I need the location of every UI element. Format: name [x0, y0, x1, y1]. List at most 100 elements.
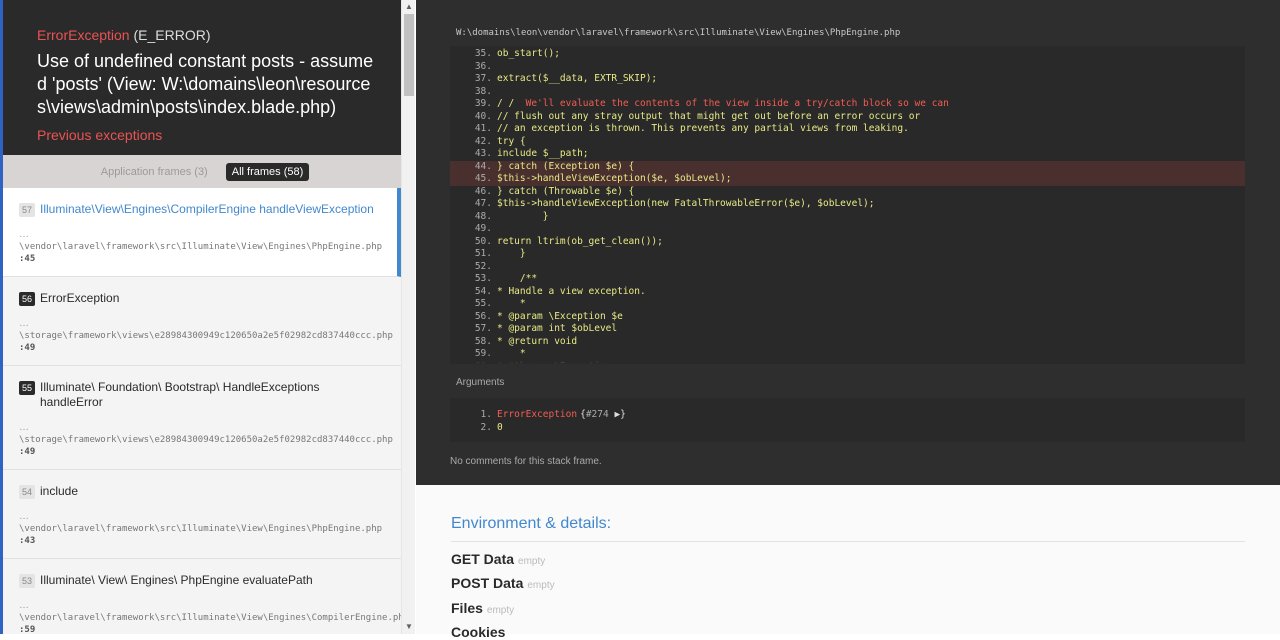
- code-text: // an exception is thrown. This prevents…: [497, 123, 909, 136]
- code-text: }: [497, 248, 526, 261]
- argument-ref: #274: [585, 409, 609, 420]
- scroll-up-arrow-icon[interactable]: ▲: [402, 0, 416, 14]
- code-line-number: 35.: [474, 48, 492, 59]
- code-segment: return ltrim(ob_get_clean());: [497, 235, 663, 247]
- code-line-number: 38.: [474, 85, 492, 97]
- code-line: 37. extract($__data, EXTR_SKIP);: [450, 73, 1245, 86]
- code-highlight-segment: We'll evaluate the contents of the view …: [525, 98, 949, 109]
- frame-item[interactable]: 56 ErrorException … \storage\framework\v…: [3, 277, 401, 366]
- frame-head: 57 Illuminate\View\Engines\CompilerEngin…: [19, 202, 397, 217]
- frame-list-scrollbar[interactable]: ▲ ▼: [401, 0, 415, 634]
- frame-line-number: :59: [19, 625, 36, 634]
- code-line: 39. / / We'll evaluate the contents of th…: [450, 98, 1245, 111]
- frame-item[interactable]: 54 include … \vendor\laravel\framework\s…: [3, 470, 401, 559]
- code-line: 57. * @param int $obLevel: [450, 323, 1245, 336]
- code-line: 47. $this->handleViewException(new FatalT…: [450, 198, 1245, 211]
- frame-number: 57: [19, 203, 35, 217]
- expand-arrow-icon[interactable]: ▶}: [614, 409, 625, 420]
- code-fade: [450, 354, 1245, 364]
- code-segment: *: [497, 298, 526, 309]
- scroll-thumb[interactable]: [404, 14, 414, 96]
- frame-line-number: :49: [19, 343, 36, 353]
- frame-number: 53: [19, 574, 35, 588]
- code-text: *: [497, 298, 526, 311]
- frame-title: Illuminate\View\Engines\CompilerEngine h…: [40, 202, 374, 216]
- frame-line-number: :43: [19, 536, 36, 546]
- code-segment: /**: [497, 273, 538, 284]
- frame-head: 55 Illuminate\ Foundation\ Bootstrap\ Ha…: [19, 380, 401, 410]
- frame-head: 56 ErrorException: [19, 291, 401, 306]
- detail-label: Files: [451, 600, 483, 616]
- argument-row: 2. 0: [450, 421, 1245, 434]
- frame-item[interactable]: 53 Illuminate\ View\ Engines\ PhpEngine …: [3, 559, 401, 634]
- frame-file-path: \storage\framework\views\e28984300949c12…: [19, 331, 393, 341]
- all-frames-button[interactable]: All frames (58): [225, 162, 310, 181]
- details-divider: [451, 541, 1245, 542]
- argument-value: 0: [497, 422, 503, 433]
- code-line: 55. *: [450, 298, 1245, 311]
- code-line: 36.: [450, 61, 1245, 74]
- argument-dump-toggle[interactable]: {#274 ▶}: [580, 408, 626, 421]
- frame-title: Illuminate\ View\ Engines\ PhpEngine eva…: [40, 573, 313, 587]
- code-line: 58. * @return void: [450, 336, 1245, 349]
- code-line-number: 42.: [474, 135, 492, 147]
- code-line: 43. include $__path;: [450, 148, 1245, 161]
- code-segment: * @return void: [497, 335, 578, 347]
- code-line-number: 41.: [474, 123, 492, 134]
- no-comments-text: No comments for this stack frame.: [450, 456, 602, 467]
- frame-head: 53 Illuminate\ View\ Engines\ PhpEngine …: [19, 573, 401, 588]
- code-line-number: 56.: [474, 310, 492, 322]
- code-text: extract($__data, EXTR_SKIP);: [497, 73, 657, 86]
- code-line: 51. }: [450, 248, 1245, 261]
- previous-exceptions-link[interactable]: Previous exceptions: [37, 127, 401, 143]
- code-line: 42. try {: [450, 136, 1245, 149]
- code-text: $this->handleViewException(new FatalThro…: [497, 198, 875, 211]
- code-line: 46.} catch (Throwable $e) {: [450, 186, 1245, 199]
- frame-ellipsis: …: [19, 511, 29, 522]
- code-text: }: [497, 211, 549, 224]
- frame-item[interactable]: 55 Illuminate\ Foundation\ Bootstrap\ Ha…: [3, 366, 401, 470]
- code-line: 38.: [450, 86, 1245, 99]
- frame-item[interactable]: 57 Illuminate\View\Engines\CompilerEngin…: [3, 188, 401, 277]
- code-line: 41. // an exception is thrown. This preve…: [450, 123, 1245, 136]
- code-text: ob_start();: [497, 48, 560, 61]
- frame-ellipsis: …: [19, 318, 29, 329]
- code-segment: * Handle a view exception.: [497, 285, 646, 297]
- code-segment: / /: [497, 98, 526, 109]
- code-segment: ob_start();: [497, 48, 560, 59]
- scroll-down-arrow-icon[interactable]: ▼: [402, 620, 416, 634]
- detail-post-data: POST Data empty: [451, 575, 555, 591]
- code-text: // flush out any stray output that might…: [497, 111, 920, 124]
- frame-number: 55: [19, 381, 35, 395]
- environment-title: Environment & details:: [451, 515, 612, 532]
- argument-row: 1. ErrorException {#274 ▶}: [450, 408, 1245, 421]
- exception-header: ErrorException (E_ERROR) Use of undefine…: [3, 0, 401, 155]
- frame-title: include: [40, 484, 79, 498]
- code-text: * @param int $obLevel: [497, 323, 617, 336]
- application-frames-button[interactable]: Application frames (3): [95, 163, 214, 181]
- code-line-number: 45.: [474, 173, 492, 184]
- frame-ellipsis: …: [19, 600, 29, 611]
- exception-code: (E_ERROR): [129, 27, 211, 43]
- arguments-box: 1. ErrorException {#274 ▶} 2. 0: [450, 398, 1245, 442]
- argument-number: 1.: [480, 409, 492, 420]
- code-segment: // flush out any stray output that might…: [497, 110, 921, 122]
- code-line: 54. * Handle a view exception.: [450, 286, 1245, 299]
- frame-number: 54: [19, 485, 35, 499]
- code-line-number: 52.: [474, 260, 492, 272]
- frame-file-path: \vendor\laravel\framework\src\Illuminate…: [19, 524, 383, 534]
- code-line-number: 49.: [474, 223, 492, 234]
- code-line-number: 47.: [474, 198, 492, 209]
- argument-class: ErrorException: [497, 409, 578, 420]
- exception-type-line: ErrorException (E_ERROR): [37, 27, 401, 43]
- code-line-number: 57.: [474, 323, 492, 334]
- code-text: } catch (Throwable $e) {: [497, 186, 634, 199]
- frame-file-path: \vendor\laravel\framework\src\Illuminate…: [19, 613, 401, 623]
- code-line-number: 40.: [474, 110, 492, 122]
- frame-details-panel: W:\domains\leon\vendor\laravel\framework…: [416, 0, 1280, 485]
- code-line-number: 44.: [474, 160, 492, 172]
- code-line: 35. ob_start();: [450, 48, 1245, 61]
- code-line-number: 36.: [474, 60, 492, 72]
- frame-line-number: :49: [19, 447, 36, 457]
- detail-empty-tag: empty: [527, 580, 555, 591]
